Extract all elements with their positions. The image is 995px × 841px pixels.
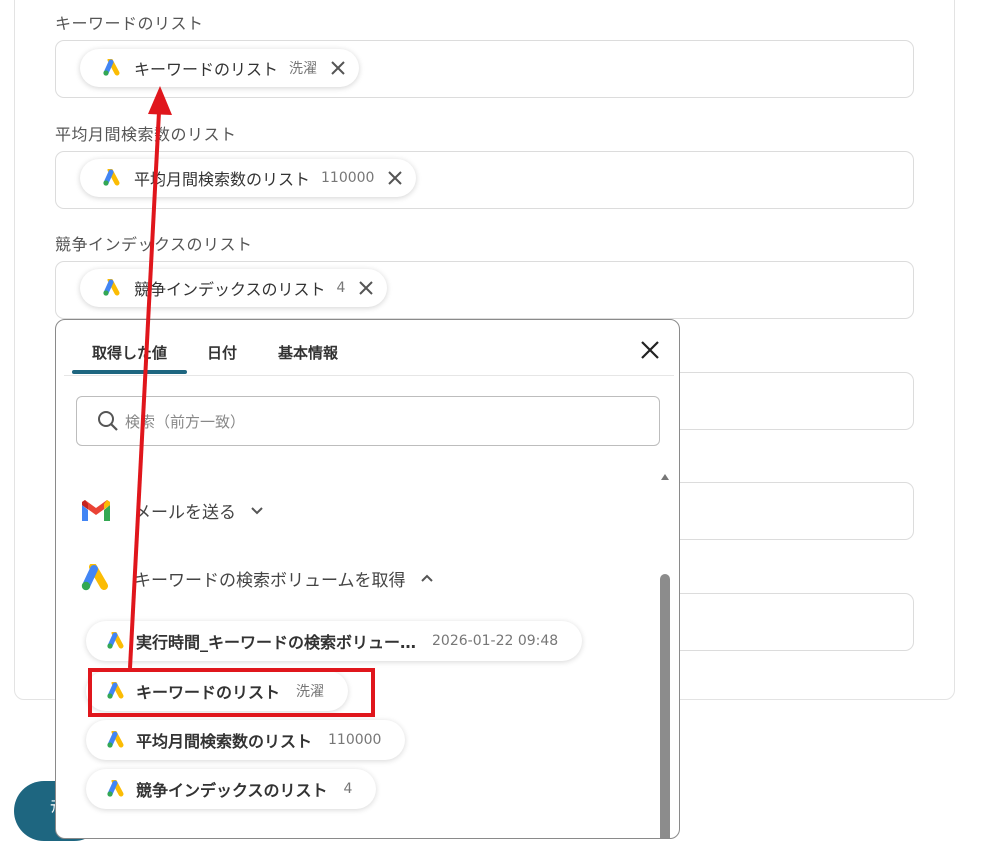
google-ads-icon — [107, 731, 124, 748]
item-value: 2026-01-22 09:48 — [432, 633, 559, 649]
google-ads-icon — [107, 632, 124, 649]
item-value: 4 — [343, 781, 353, 797]
chevron-up-icon — [420, 574, 433, 582]
scrollbar-thumb[interactable] — [660, 574, 670, 838]
active-tab-indicator — [72, 370, 187, 374]
chip-name: 競争インデックスのリスト — [134, 280, 326, 299]
keyword-list-label: キーワードのリスト — [55, 14, 204, 33]
section-title: メールを送る — [134, 503, 236, 523]
value-picker-panel: 取得した値 日付 基本情報 検索（前方一致） メールを送る キーワードの検索ボリ… — [55, 319, 680, 839]
google-ads-icon — [103, 169, 120, 186]
chip-name: 平均月間検索数のリスト — [134, 170, 311, 189]
item-name: 平均月間検索数のリスト — [136, 732, 313, 751]
competition-label: 競争インデックスのリスト — [55, 235, 253, 254]
chip-value: 洗濯 — [289, 61, 318, 77]
section-send-mail[interactable]: メールを送る — [80, 498, 264, 523]
google-ads-icon — [103, 279, 120, 296]
search-placeholder: 検索（前方一致） — [125, 412, 246, 431]
search-input[interactable]: 検索（前方一致） — [76, 396, 660, 446]
item-value: 110000 — [328, 732, 382, 748]
gmail-icon — [82, 499, 110, 521]
close-icon[interactable] — [638, 338, 662, 362]
remove-chip-icon[interactable] — [357, 279, 375, 297]
search-icon — [98, 411, 118, 431]
remove-chip-icon[interactable] — [329, 59, 347, 77]
competition-chip[interactable]: 競争インデックスのリスト 4 — [80, 269, 388, 307]
chip-value: 110000 — [321, 170, 375, 186]
google-ads-icon — [103, 59, 120, 76]
tab-acquired-values[interactable]: 取得した値 — [92, 342, 167, 363]
item-name: 実行時間_キーワードの検索ボリュー… — [136, 633, 417, 652]
avg-search-label: 平均月間検索数のリスト — [55, 125, 237, 144]
chip-name: キーワードのリスト — [134, 60, 279, 79]
tab-date[interactable]: 日付 — [207, 342, 237, 363]
tab-basic-info[interactable]: 基本情報 — [278, 342, 338, 363]
google-ads-icon — [107, 780, 124, 797]
section-keyword-volume[interactable]: キーワードの検索ボリュームを取得 — [80, 564, 434, 592]
item-name: 競争インデックスのリスト — [136, 781, 328, 800]
avg-search-chip[interactable]: 平均月間検索数のリスト 110000 — [80, 159, 417, 197]
list-item-execution-time[interactable]: 実行時間_キーワードの検索ボリュー… 2026-01-22 09:48 — [86, 621, 583, 661]
chip-value: 4 — [336, 280, 346, 296]
section-title: キーワードの検索ボリュームを取得 — [134, 570, 406, 591]
chevron-down-icon — [251, 506, 263, 514]
list-item-avg-search[interactable]: 平均月間検索数のリスト 110000 — [86, 720, 406, 760]
list-item-competition[interactable]: 競争インデックスのリスト 4 — [86, 769, 377, 809]
keyword-list-chip[interactable]: キーワードのリスト 洗濯 — [80, 49, 360, 87]
tab-divider — [64, 375, 674, 376]
annotation-highlight-box — [88, 668, 375, 717]
google-ads-icon — [81, 564, 108, 591]
remove-chip-icon[interactable] — [386, 169, 404, 187]
